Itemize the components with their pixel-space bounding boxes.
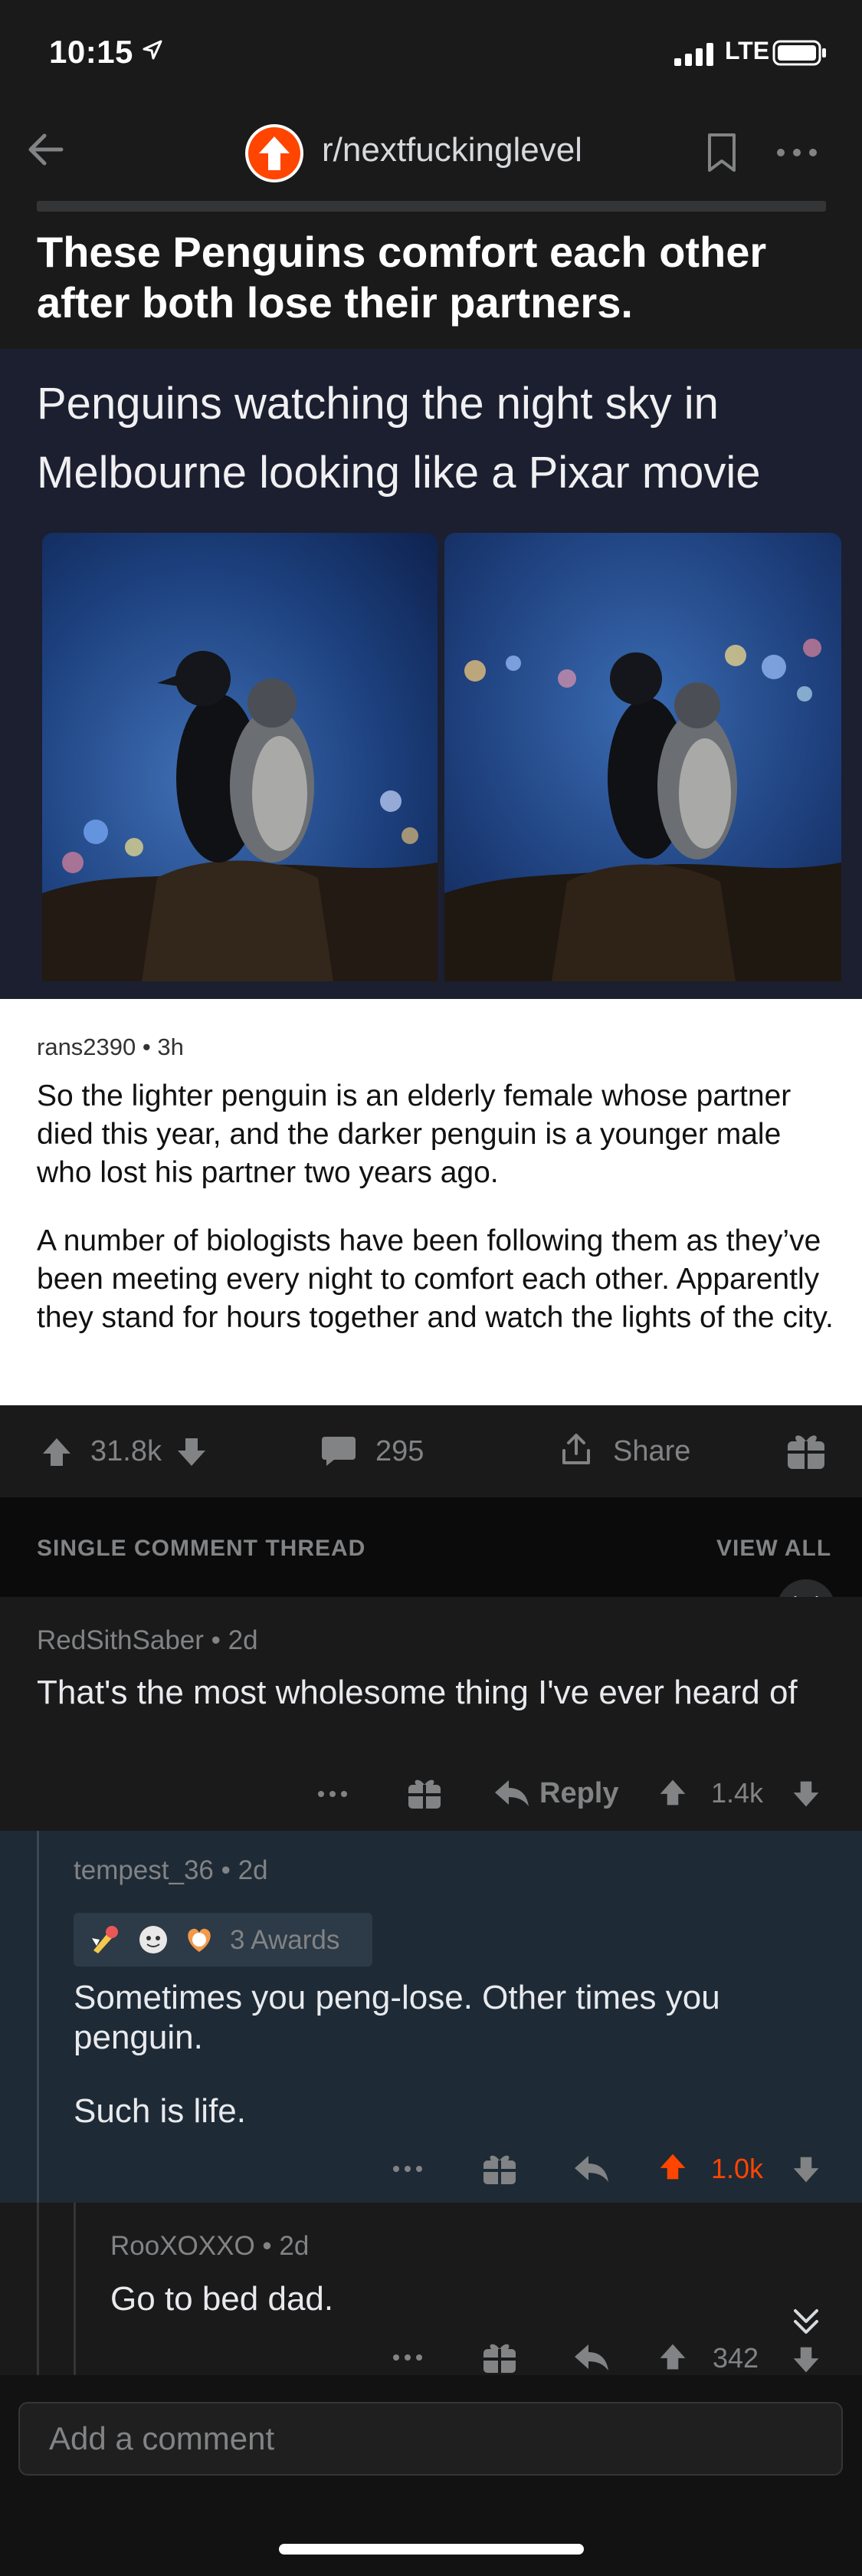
comment-body: Sometimes you peng-lose. Other times you… xyxy=(74,1979,720,2056)
collapse-thread-icon[interactable] xyxy=(777,2292,835,2351)
downvote-icon[interactable] xyxy=(175,1435,208,1469)
thread-line xyxy=(74,2203,76,2375)
subreddit-name[interactable]: r/nextfuckinglevel xyxy=(322,131,582,169)
gift-award-icon[interactable] xyxy=(785,1429,828,1472)
award-icon xyxy=(182,1923,216,1957)
upvote-icon[interactable] xyxy=(40,1435,74,1469)
add-comment-input[interactable] xyxy=(18,2402,843,2476)
thread-line xyxy=(37,2203,39,2375)
header-divider xyxy=(37,201,826,212)
comment-vote-count: 1.0k xyxy=(711,2153,764,2184)
reply-button[interactable]: Reply xyxy=(539,1777,618,1810)
signal-icon xyxy=(674,43,716,66)
upvote-icon[interactable] xyxy=(657,2341,688,2372)
home-indicator[interactable] xyxy=(279,2544,584,2555)
network-label: LTE xyxy=(725,37,770,64)
back-arrow-icon[interactable] xyxy=(23,127,69,172)
awards-label: 3 Awards xyxy=(230,1925,340,1955)
more-options-icon[interactable] xyxy=(392,2165,423,2173)
location-arrow-icon xyxy=(143,40,162,60)
upvote-icon[interactable] xyxy=(657,1777,688,1808)
comment-vote-count: 342 xyxy=(713,2342,759,2374)
comment-vote-count: 1.4k xyxy=(711,1777,764,1809)
downvote-icon[interactable] xyxy=(791,1779,821,1809)
thread-line xyxy=(37,1831,39,2203)
penguin-photo-right xyxy=(444,533,841,981)
quoted-paragraph: A number of biologists have been followi… xyxy=(37,1224,834,1334)
comment-body: That's the most wholesome thing I've eve… xyxy=(37,1674,798,1711)
view-all-button[interactable]: VIEW ALL xyxy=(716,1536,831,1562)
reply-icon[interactable] xyxy=(573,2153,610,2183)
quoted-paragraph: So the lighter penguin is an elderly fem… xyxy=(37,1079,792,1189)
comment-meta[interactable]: tempest_36 • 2d xyxy=(74,1855,268,1886)
more-options-icon[interactable] xyxy=(775,147,818,158)
reply-icon[interactable] xyxy=(573,2341,610,2372)
status-time: 10:15 xyxy=(49,34,133,70)
comment-icon[interactable] xyxy=(320,1434,357,1467)
comment-count[interactable]: 295 xyxy=(375,1435,424,1468)
downvote-icon[interactable] xyxy=(791,2154,821,2185)
comment-body: Such is life. xyxy=(74,2092,246,2130)
upvote-icon-active[interactable] xyxy=(657,2151,688,2182)
share-button[interactable]: Share xyxy=(613,1435,690,1468)
more-options-icon[interactable] xyxy=(317,1790,348,1798)
comment-meta[interactable]: RedSithSaber • 2d xyxy=(37,1625,258,1656)
gift-award-icon[interactable] xyxy=(481,2338,518,2375)
comment-body: Go to bed dad. xyxy=(110,2280,334,2318)
post-title[interactable]: These Penguins comfort each other after … xyxy=(37,227,826,328)
penguin-photo-left xyxy=(42,533,438,981)
more-options-icon[interactable] xyxy=(392,2354,423,2361)
share-icon[interactable] xyxy=(558,1431,595,1467)
image-caption: Penguins watching the night sky in Melbo… xyxy=(37,379,761,498)
quoted-meta: rans2390 • 3h xyxy=(37,1033,184,1060)
comment-meta[interactable]: RooXOXXO • 2d xyxy=(110,2231,309,2262)
bookmark-icon[interactable] xyxy=(705,132,739,173)
subreddit-avatar[interactable] xyxy=(245,124,303,182)
award-icon xyxy=(136,1923,170,1957)
post-vote-count: 31.8k xyxy=(90,1435,162,1467)
gift-award-icon[interactable] xyxy=(481,2150,518,2187)
reply-icon[interactable] xyxy=(493,1777,530,1808)
thread-label: SINGLE COMMENT THREAD xyxy=(37,1536,366,1561)
award-icon xyxy=(89,1923,123,1957)
battery-icon xyxy=(772,40,828,66)
gift-award-icon[interactable] xyxy=(406,1774,443,1811)
